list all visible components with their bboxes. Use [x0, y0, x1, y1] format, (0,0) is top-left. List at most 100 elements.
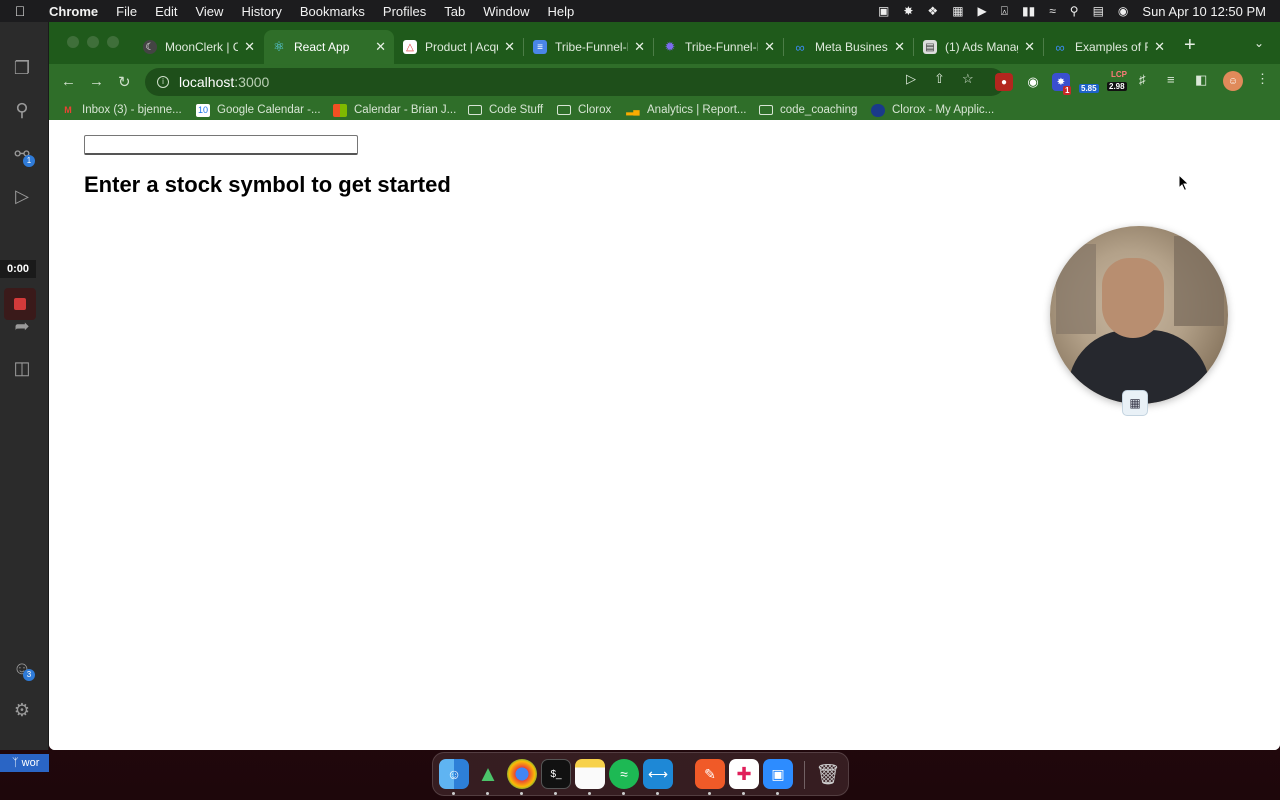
react-icon: ⚛ [273, 39, 285, 54]
pen-app-icon[interactable]: ✎ [695, 759, 725, 789]
settings-gear-icon[interactable]: ⚙ [10, 698, 34, 722]
dropbox-icon[interactable]: ❖ [927, 4, 938, 18]
bookmark-star-icon[interactable]: ☆ [962, 71, 974, 87]
trash-icon[interactable]: 🗑 [813, 759, 843, 789]
extensions-icon[interactable]: ◫ [10, 356, 34, 380]
explorer-icon[interactable]: ❐ [10, 56, 34, 80]
vscode-icon[interactable]: ⟷ [643, 759, 673, 789]
control-center-icon[interactable]: ▤ [1093, 4, 1104, 18]
menu-profiles[interactable]: Profiles [374, 4, 435, 19]
running-indicator [554, 792, 557, 795]
tab-examples[interactable]: ∞ Examples of Re ✕ [1045, 30, 1173, 64]
tab-react-app[interactable]: ⚛ React App ✕ [264, 30, 394, 64]
bookmark-clorox-applications[interactable]: Clorox - My Applic... [871, 103, 994, 117]
reading-list-icon[interactable]: ≡ [1167, 72, 1175, 87]
bookmark-calendar-brian[interactable]: Calendar - Brian J... [333, 103, 456, 117]
tab-ads-manager[interactable]: ▤ (1) Ads Manag ✕ [915, 30, 1043, 64]
apple-icon[interactable]:  [0, 3, 40, 19]
close-tab-icon[interactable]: ✕ [244, 39, 255, 55]
accounts-badge: 3 [23, 669, 35, 681]
menu-history[interactable]: History [232, 4, 290, 19]
profile-avatar[interactable]: ☺ [1223, 71, 1243, 91]
extension-red-icon[interactable]: ● [995, 73, 1013, 91]
clapperboard-icon[interactable]: ▦ [1122, 390, 1148, 416]
menu-bookmarks[interactable]: Bookmarks [291, 4, 374, 19]
close-window-button[interactable] [67, 36, 79, 48]
reload-icon[interactable]: ↻ [118, 73, 131, 91]
camera-status-icon[interactable]: ▣ [878, 4, 889, 18]
close-tab-icon[interactable]: ✕ [375, 39, 386, 55]
puzzle-extensions-icon[interactable]: ♯ [1139, 72, 1146, 87]
zoom-window-button[interactable] [107, 36, 119, 48]
play-icon[interactable]: ▶ [978, 4, 987, 18]
kebab-menu-icon[interactable]: ⋮ [1256, 71, 1269, 87]
menu-edit[interactable]: Edit [146, 4, 186, 19]
side-panel-icon[interactable]: ◧ [1195, 72, 1207, 88]
menu-app-chrome[interactable]: Chrome [40, 4, 107, 19]
tab-search-chevron-icon[interactable]: ⌄ [1254, 36, 1264, 50]
bookmark-label: Code Stuff [489, 104, 544, 116]
stock-symbol-input[interactable] [84, 135, 358, 155]
zoom-icon[interactable]: ▣ [763, 759, 793, 789]
back-arrow-icon[interactable]: ← [61, 73, 76, 90]
notes-icon[interactable] [575, 759, 605, 789]
rocket-icon[interactable]: ▲ [473, 759, 503, 789]
gear-status-icon[interactable]: ✸ [903, 4, 913, 18]
calendar-status-icon[interactable]: ▦ [952, 4, 963, 18]
menu-view[interactable]: View [186, 4, 232, 19]
tab-tribe-funnel-1[interactable]: ≡ Tribe-Funnel-I ✕ [525, 30, 653, 64]
search-icon[interactable]: ⚲ [10, 98, 34, 122]
tab-title: Meta Business [815, 40, 889, 54]
close-tab-icon[interactable]: ✕ [764, 39, 775, 55]
siri-icon[interactable]: ◉ [1118, 4, 1128, 18]
menu-tab[interactable]: Tab [435, 4, 474, 19]
tab-separator [523, 38, 524, 56]
bluetooth-icon[interactable]: ⍓ [1001, 4, 1008, 19]
menu-file[interactable]: File [107, 4, 146, 19]
menu-clock[interactable]: Sun Apr 10 12:50 PM [1142, 4, 1266, 19]
minimize-window-button[interactable] [87, 36, 99, 48]
slack-icon[interactable]: ✚ [729, 759, 759, 789]
bookmark-code-coaching[interactable]: code_coaching [759, 104, 857, 116]
close-tab-icon[interactable]: ✕ [894, 39, 905, 55]
bookmark-clorox[interactable]: Clorox [557, 104, 611, 116]
menu-window[interactable]: Window [474, 4, 538, 19]
bookmark-inbox[interactable]: M Inbox (3) - bjenne... [61, 104, 181, 117]
close-tab-icon[interactable]: ✕ [504, 39, 515, 55]
webcam-bubble[interactable] [1050, 226, 1228, 404]
remote-icon[interactable]: ➦ [10, 314, 34, 338]
tab-strip: ☾ MoonClerk | Cr ✕ ⚛ React App ✕ △ Produ… [49, 22, 1280, 64]
bookmark-analytics[interactable]: ▂▄ Analytics | Report... [626, 104, 746, 117]
battery-icon[interactable]: ▮▮ [1022, 4, 1035, 18]
spotify-icon[interactable]: ≈ [609, 759, 639, 789]
camera-in-use-icon[interactable]: ▷ [906, 71, 916, 87]
share-icon[interactable]: ⇧ [934, 71, 945, 87]
search-icon[interactable]: ⚲ [1070, 4, 1079, 18]
chrome-icon[interactable] [507, 759, 537, 789]
running-indicator [708, 792, 711, 795]
tab-moonclerk[interactable]: ☾ MoonClerk | Cr ✕ [135, 30, 263, 64]
site-info-icon[interactable]: i [157, 76, 169, 88]
forward-arrow-icon[interactable]: → [89, 73, 104, 90]
close-tab-icon[interactable]: ✕ [1154, 39, 1165, 55]
tab-tribe-funnel-2[interactable]: ✹ Tribe-Funnel-I ✕ [655, 30, 783, 64]
new-tab-plus-icon[interactable]: + [1184, 34, 1196, 57]
close-tab-icon[interactable]: ✕ [1024, 39, 1035, 55]
status-branch[interactable]: ᛉ wor [0, 754, 49, 772]
run-debug-icon[interactable]: ▷ [10, 184, 34, 208]
dock-separator [804, 761, 805, 789]
menu-help[interactable]: Help [539, 4, 584, 19]
finder-icon[interactable]: ☺ [439, 759, 469, 789]
bookmark-google-calendar[interactable]: 10 Google Calendar -... [196, 103, 321, 117]
wifi-icon[interactable]: ≈ [1049, 4, 1056, 18]
cookie-icon[interactable]: ◉ [1024, 73, 1042, 91]
gmail-icon: M [64, 105, 72, 115]
lcp-value: 2.98 [1107, 82, 1127, 91]
address-url: localhost:3000 [179, 74, 269, 90]
bookmark-code-stuff[interactable]: Code Stuff [468, 104, 543, 116]
close-tab-icon[interactable]: ✕ [634, 39, 645, 55]
tab-product[interactable]: △ Product | Acqu ✕ [395, 30, 523, 64]
address-bar[interactable]: i localhost:3000 [145, 68, 1005, 96]
tab-meta-business[interactable]: ∞ Meta Business ✕ [785, 30, 913, 64]
terminal-icon[interactable]: $_ [541, 759, 571, 789]
